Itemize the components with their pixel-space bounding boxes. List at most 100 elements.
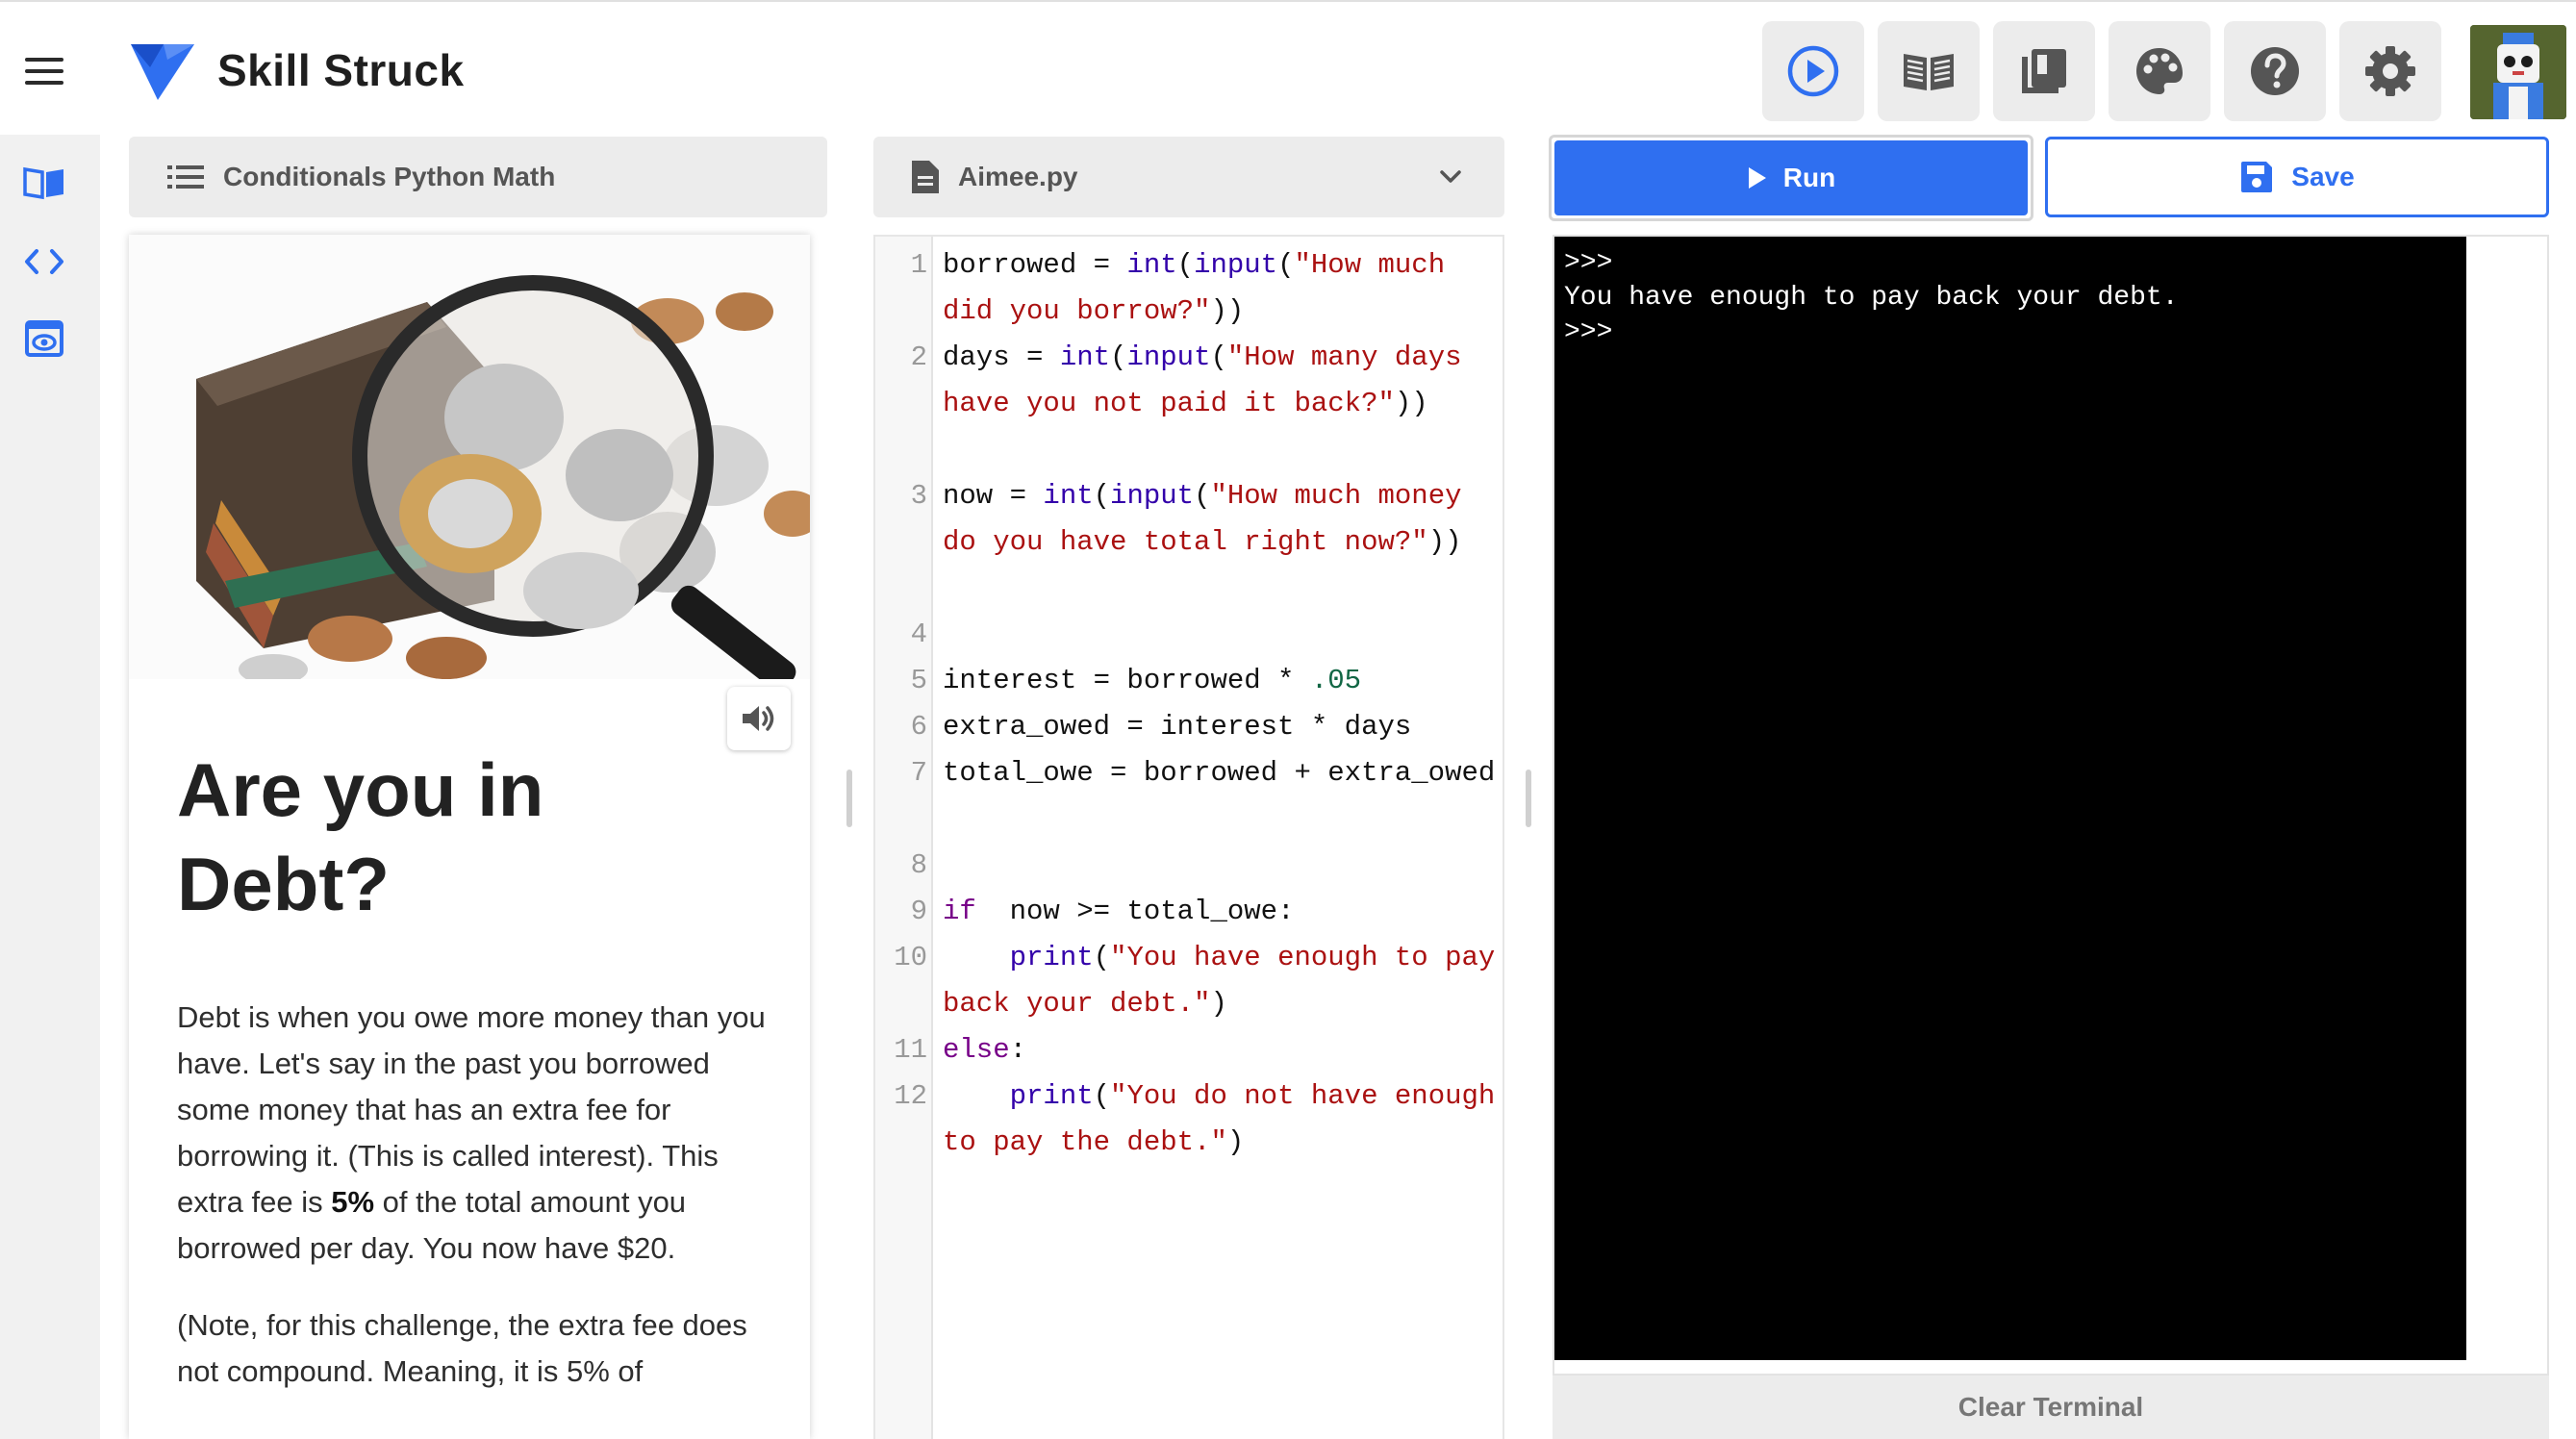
code-text: days = int(input("How many days have you…	[943, 335, 1501, 427]
code-text: print("You have enough to pay back your …	[943, 935, 1501, 1027]
save-floppy-icon	[2241, 162, 2273, 192]
hamburger-menu-icon[interactable]	[25, 58, 63, 87]
app-name: Skill Struck	[217, 45, 465, 95]
lesson-card: Are you in Debt? Debt is when you owe mo…	[129, 235, 810, 1439]
code-editor[interactable]: 1 borrowed = int(input("How much did you …	[873, 235, 1504, 1439]
avatar-character-icon	[2470, 25, 2566, 119]
play-icon	[1748, 167, 1766, 189]
line-number: 11	[894, 1034, 927, 1066]
terminal-line: >>>	[1564, 248, 1613, 278]
code-token: input	[1126, 341, 1211, 373]
code-text: now = int(input("How much money do you h…	[943, 473, 1501, 566]
code-token: ))	[1427, 526, 1462, 558]
code-token: if	[943, 896, 976, 927]
left-rail	[0, 135, 100, 1439]
code-line[interactable]: 10 print("You have enough to pay back yo…	[875, 935, 1503, 1027]
code-token: ))	[1394, 388, 1428, 419]
settings-gear-icon	[2365, 46, 2415, 96]
code-token: now =	[943, 480, 1044, 512]
rail-item-code[interactable]	[21, 240, 67, 283]
help-button[interactable]	[2224, 21, 2326, 121]
file-name: Aimee.py	[958, 162, 1078, 191]
code-line[interactable]: 6 extra_owed = interest * days	[875, 704, 1503, 750]
terminal-line: You have enough to pay back your debt.	[1564, 283, 2179, 313]
code-line[interactable]: 1 borrowed = int(input("How much did you …	[875, 242, 1503, 335]
code-token: int	[1059, 341, 1111, 373]
code-token: ))	[1210, 295, 1245, 327]
file-selector[interactable]: Aimee.py	[873, 137, 1504, 217]
editor-terminal-splitter[interactable]	[1526, 770, 1531, 827]
library-button[interactable]	[1993, 21, 2095, 121]
code-token: (	[1194, 480, 1211, 512]
book-open-icon	[1904, 54, 1954, 90]
line-number: 7	[910, 757, 927, 789]
terminal-line: >>>	[1564, 317, 1613, 347]
code-token: print	[1009, 942, 1094, 973]
code-text: if now >= total_owe:	[943, 889, 1501, 935]
code-token: now >= total_owe:	[975, 896, 1295, 927]
save-button[interactable]: Save	[2045, 137, 2549, 217]
line-number: 1	[910, 249, 927, 281]
code-token: )	[1210, 988, 1227, 1020]
lesson-selector[interactable]: Conditionals Python Math	[129, 137, 827, 217]
list-icon	[167, 165, 204, 189]
line-number: 5	[910, 665, 927, 696]
code-token: else	[943, 1034, 1010, 1066]
code-token: (	[1176, 249, 1195, 281]
run-label: Run	[1782, 163, 1836, 192]
code-line[interactable]: 3 now = int(input("How much money do you …	[875, 473, 1503, 612]
code-token: int	[1043, 480, 1094, 512]
settings-button[interactable]	[2339, 21, 2441, 121]
code-text: interest = borrowed * .05	[943, 658, 1501, 704]
run-button[interactable]: Run	[1554, 140, 2028, 215]
open-book-button[interactable]	[1878, 21, 1980, 121]
clear-terminal-button[interactable]: Clear Terminal	[1553, 1376, 2549, 1439]
code-token: int	[1126, 249, 1177, 281]
code-line[interactable]: 11 else:	[875, 1027, 1503, 1073]
code-brackets-icon	[25, 249, 63, 274]
lesson-bold-text: 5%	[331, 1185, 375, 1219]
code-token: (	[1093, 480, 1111, 512]
code-line[interactable]: 7 total_owe = borrowed + extra_owed	[875, 750, 1503, 843]
line-number: 10	[894, 942, 927, 973]
code-token: .05	[1310, 665, 1362, 696]
wallet-magnifier-image	[129, 235, 810, 679]
code-line[interactable]: 12 print("You do not have enough to pay …	[875, 1073, 1503, 1166]
code-line[interactable]: 2 days = int(input("How many days have yo…	[875, 335, 1503, 473]
palette-icon	[2136, 48, 2183, 94]
line-number: 12	[894, 1080, 927, 1112]
lesson-book-icon	[23, 166, 63, 200]
code-text: print("You do not have enough to pay the…	[943, 1073, 1501, 1166]
lesson-paragraph: (Note, for this challenge, the extra fee…	[177, 1308, 747, 1388]
rail-item-preview[interactable]	[21, 317, 67, 360]
speaker-icon	[743, 706, 774, 731]
skill-struck-logo-icon	[131, 44, 194, 100]
line-number: 9	[910, 896, 927, 927]
code-token: interest = borrowed *	[943, 665, 1311, 696]
code-token: total_owe = borrowed + extra_owed	[943, 757, 1496, 789]
code-token: input	[1110, 480, 1195, 512]
code-line[interactable]: 5 interest = borrowed * .05	[875, 658, 1503, 704]
code-line[interactable]: 9 if now >= total_owe:	[875, 889, 1503, 935]
lesson-title: Are you in Debt?	[177, 747, 544, 926]
save-label: Save	[2291, 162, 2355, 191]
line-number: 8	[910, 849, 927, 881]
lesson-paragraph: Debt is when you owe more money than you…	[177, 995, 773, 1272]
rail-item-lesson[interactable]	[21, 162, 67, 204]
code-line[interactable]: 8	[875, 843, 1503, 889]
code-text: total_owe = borrowed + extra_owed	[943, 750, 1501, 796]
read-aloud-button[interactable]	[727, 687, 791, 750]
library-icon	[2022, 49, 2066, 93]
theme-button[interactable]	[2109, 21, 2210, 121]
line-number: 3	[910, 480, 927, 512]
user-avatar[interactable]	[2470, 25, 2566, 119]
code-line[interactable]: 4	[875, 612, 1503, 658]
lesson-editor-splitter[interactable]	[846, 770, 852, 827]
code-token: input	[1194, 249, 1278, 281]
terminal-output[interactable]: >>> You have enough to pay back your debt…	[1554, 237, 2466, 1360]
run-program-button[interactable]	[1762, 21, 1864, 121]
code-token: :	[1009, 1034, 1027, 1066]
code-token: (	[1093, 1080, 1111, 1112]
